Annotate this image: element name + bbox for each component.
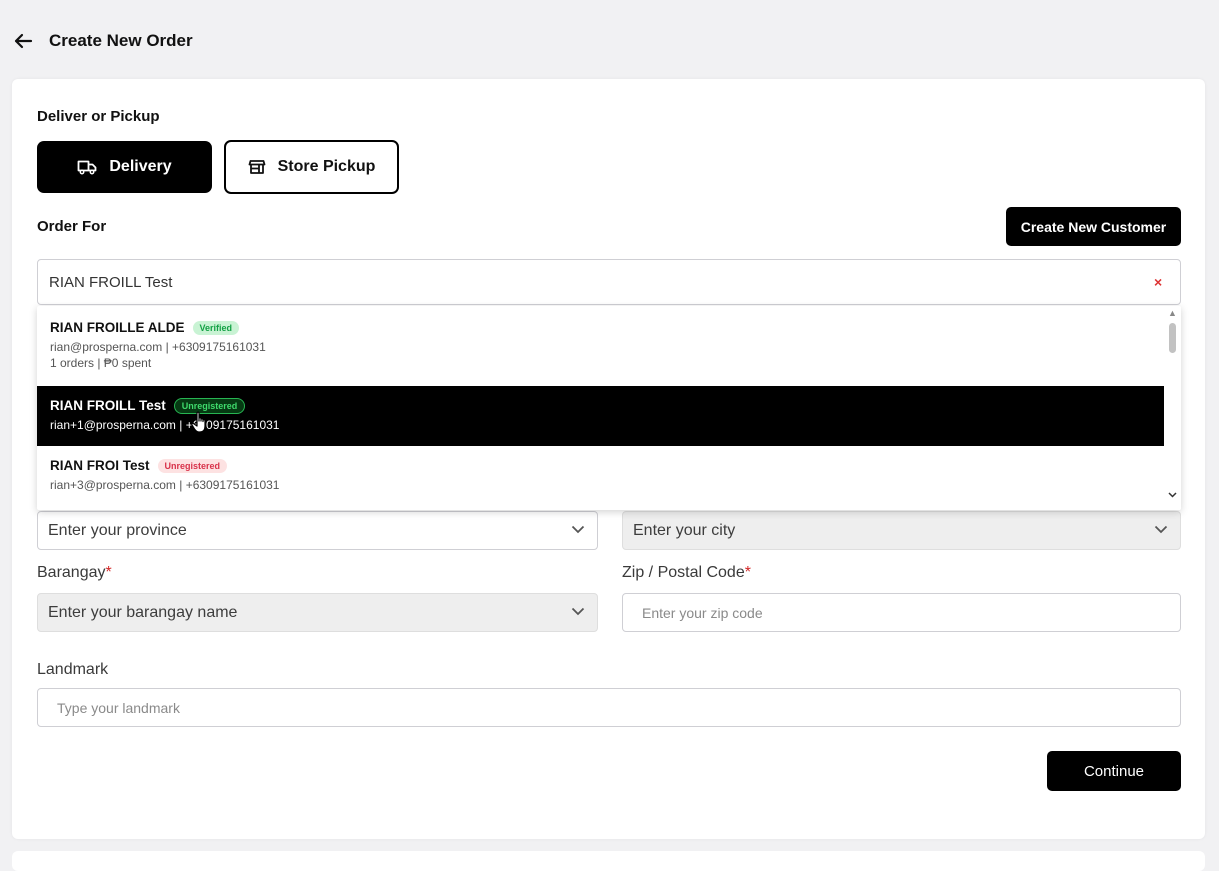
scroll-up-icon[interactable]: ▲ <box>1168 308 1177 318</box>
city-select[interactable]: Enter your city <box>622 511 1181 550</box>
page-title: Create New Order <box>49 31 193 50</box>
header: Create New Order <box>0 0 1219 78</box>
barangay-placeholder: Enter your barangay name <box>48 603 238 621</box>
customer-option[interactable]: RIAN FROILLE ALDE Verified rian@prosperna… <box>37 306 1164 386</box>
landmark-input[interactable] <box>37 688 1181 727</box>
customer-option[interactable]: RIAN FROI Test Unregistered rian+3@prospe… <box>37 446 1164 510</box>
scroll-down-icon[interactable] <box>1168 492 1177 498</box>
customer-name: RIAN FROILLE ALDE <box>50 320 185 336</box>
next-section-card <box>12 851 1205 871</box>
truck-icon <box>77 160 97 175</box>
store-pickup-label: Store Pickup <box>277 158 376 175</box>
customer-name: RIAN FROILL Test <box>50 398 166 414</box>
verified-badge: Verified <box>192 320 240 335</box>
store-pickup-button[interactable]: Store Pickup <box>224 140 399 194</box>
barangay-select[interactable]: Enter your barangay name <box>37 593 598 632</box>
zip-label: Zip / Postal Code* <box>622 564 751 581</box>
continue-button[interactable]: Continue <box>1047 751 1181 791</box>
chevron-down-icon <box>571 607 585 616</box>
customer-name: RIAN FROI Test <box>50 458 150 474</box>
deliver-or-pickup-label: Deliver or Pickup <box>37 108 160 125</box>
unregistered-badge: Unregistered <box>157 458 228 473</box>
create-new-customer-button[interactable]: Create New Customer <box>1006 207 1181 246</box>
customer-search-input[interactable] <box>37 259 1181 305</box>
store-icon <box>248 160 265 174</box>
customer-contact: rian@prosperna.com | +6309175161031 <box>50 340 266 354</box>
barangay-label: Barangay* <box>37 564 112 581</box>
delivery-label: Delivery <box>109 158 172 175</box>
scrollbar-thumb[interactable] <box>1169 323 1176 353</box>
province-select[interactable]: Enter your province <box>37 511 598 550</box>
landmark-label: Landmark <box>37 661 109 678</box>
hand-cursor-icon <box>191 411 206 433</box>
city-placeholder: Enter your city <box>633 521 736 539</box>
arrow-left-icon[interactable] <box>12 30 34 52</box>
clear-icon[interactable]: × <box>1154 274 1162 290</box>
customer-contact: rian+3@prosperna.com | +6309175161031 <box>50 478 280 492</box>
customer-stats: 1 orders | ₱0 spent <box>50 356 152 370</box>
chevron-down-icon <box>1154 525 1168 534</box>
chevron-down-icon <box>571 525 585 534</box>
customer-dropdown: RIAN FROILLE ALDE Verified rian@prosperna… <box>37 306 1181 510</box>
province-placeholder: Enter your province <box>48 521 187 539</box>
order-for-label: Order For <box>37 218 107 235</box>
dropdown-scrollbar[interactable]: ▲ <box>1164 306 1181 510</box>
zip-code-input[interactable] <box>622 593 1181 632</box>
customer-contact: rian+1@prosperna.com | +6309175161031 <box>50 418 280 432</box>
delivery-button[interactable]: Delivery <box>37 141 212 193</box>
